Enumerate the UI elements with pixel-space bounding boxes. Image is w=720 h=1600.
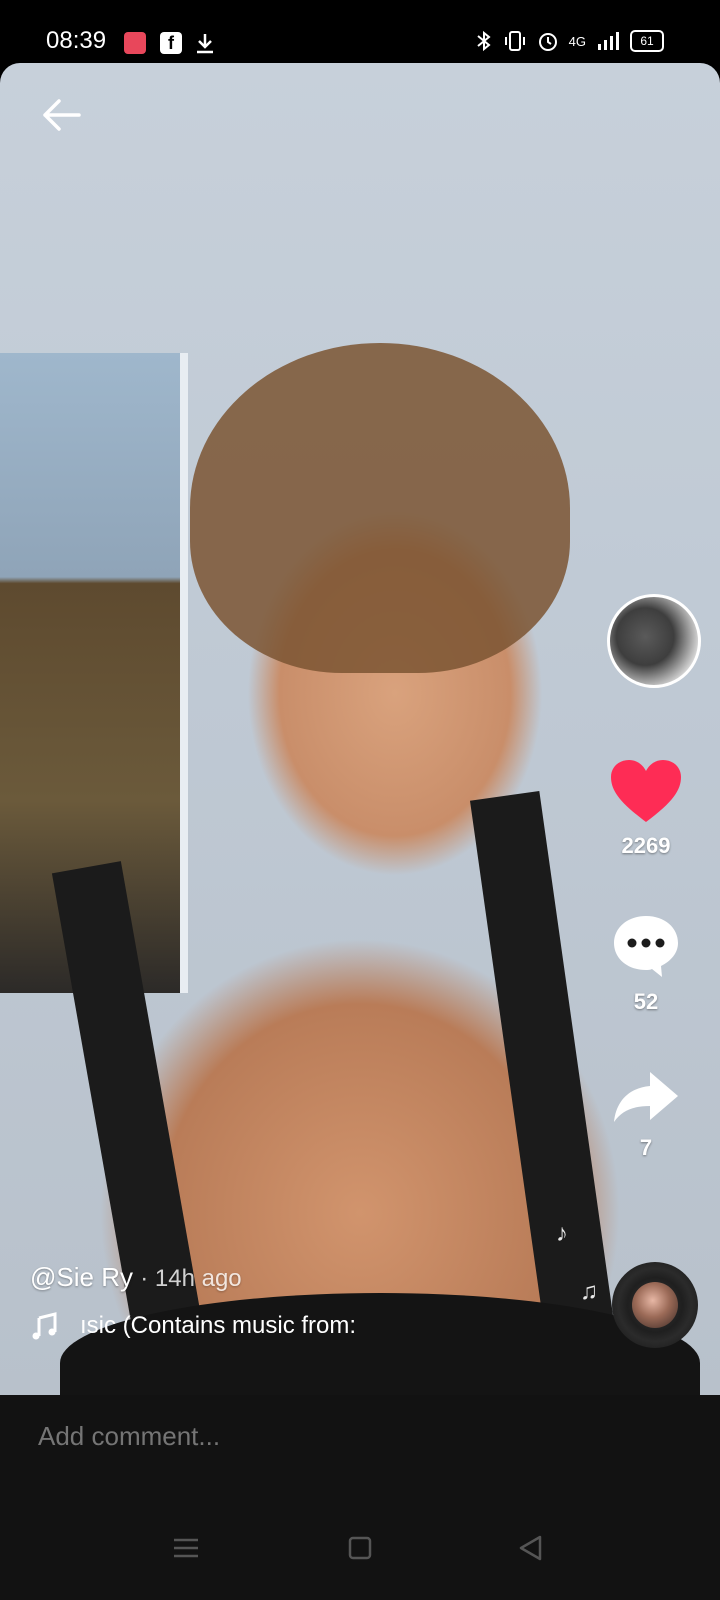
- back-arrow-icon: [43, 99, 81, 131]
- bluetooth-icon: [477, 30, 491, 52]
- heart-icon: [611, 760, 681, 822]
- music-disc-cover: [632, 1282, 678, 1328]
- video-subject-hair: [190, 343, 570, 673]
- video-player[interactable]: [0, 63, 720, 1395]
- back-nav-button[interactable]: [510, 1528, 550, 1568]
- music-title: ısic (Contains music from:: [80, 1312, 357, 1339]
- music-app-icon: [124, 32, 146, 54]
- creator-avatar[interactable]: [607, 594, 701, 688]
- music-note-icon: [32, 1312, 57, 1340]
- download-icon: [197, 34, 213, 54]
- share-button[interactable]: 7: [600, 1068, 692, 1161]
- music-disc[interactable]: [612, 1262, 698, 1348]
- back-button[interactable]: [36, 90, 86, 140]
- back-triangle-icon: [519, 1535, 542, 1561]
- vibrate-icon: [504, 31, 525, 51]
- battery-indicator: 61: [630, 30, 664, 52]
- home-square-icon: [348, 1536, 372, 1560]
- menu-nav-button[interactable]: [166, 1528, 206, 1568]
- comment-count: 52: [633, 989, 659, 1014]
- share-count: 7: [639, 1135, 653, 1160]
- video-author-row: @Sie Ry · 14h ago: [30, 1262, 242, 1293]
- status-bar: 08:39 f 4G 61: [0, 0, 720, 62]
- add-comment-input[interactable]: [36, 1420, 375, 1453]
- status-icons: 4G 61: [475, 30, 664, 52]
- alarm-icon: [538, 33, 557, 51]
- post-time: · 14h ago: [140, 1265, 242, 1292]
- like-button[interactable]: 2269: [600, 758, 692, 859]
- author-name[interactable]: @Sie Ry: [30, 1262, 133, 1292]
- comment-bubble-icon: [614, 916, 678, 977]
- music-info-row[interactable]: ısic (Contains music from:: [30, 1312, 356, 1340]
- like-count: 2269: [621, 833, 671, 858]
- status-time: 08:39: [46, 27, 107, 54]
- menu-icon: [174, 1538, 198, 1558]
- floating-note-icon: ♫: [580, 1278, 598, 1305]
- share-arrow-icon: [614, 1072, 678, 1122]
- floating-note-icon: ♪: [556, 1220, 568, 1247]
- network-label: 4G: [568, 33, 586, 49]
- signal-icon: [598, 32, 619, 50]
- home-nav-button[interactable]: [340, 1528, 380, 1568]
- comment-button[interactable]: 52: [600, 912, 692, 1015]
- facebook-icon: f: [160, 32, 182, 54]
